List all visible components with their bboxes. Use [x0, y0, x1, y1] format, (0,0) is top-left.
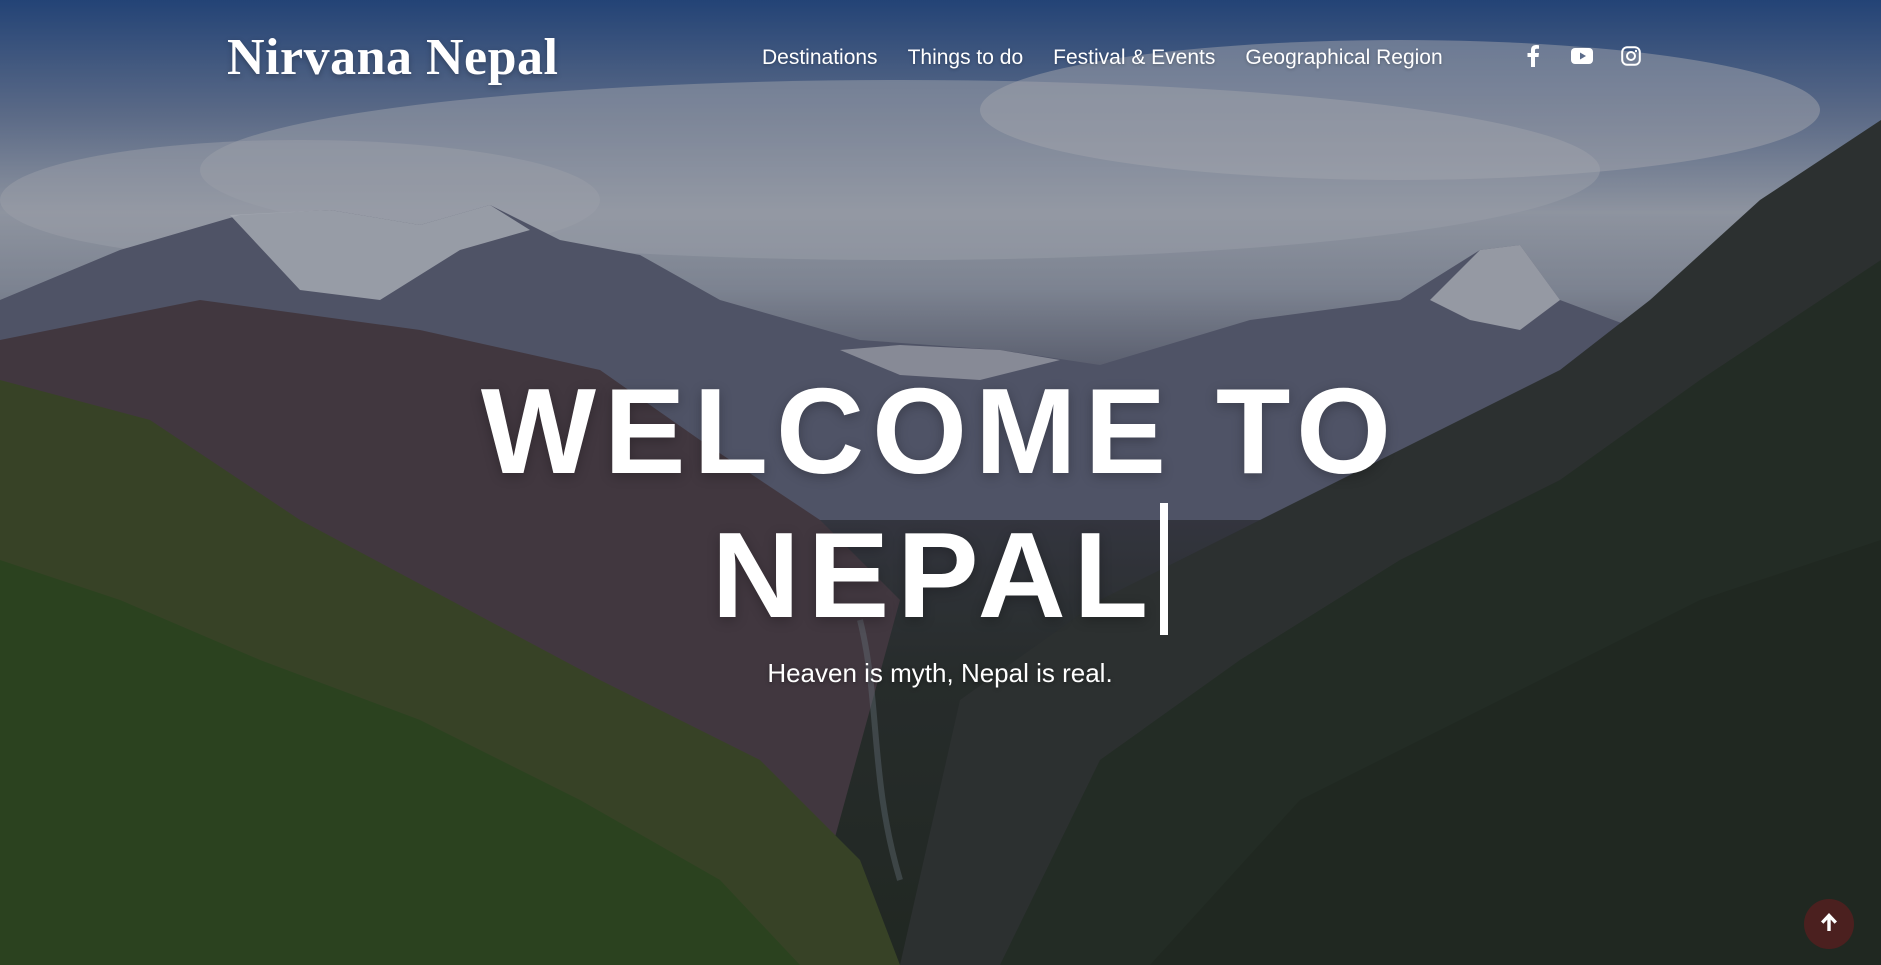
hero-tagline: Heaven is myth, Nepal is real. — [767, 658, 1113, 688]
headline-line-2: NEPAL — [440, 503, 1440, 647]
arrow-up-icon — [1820, 912, 1838, 937]
scroll-to-top-button[interactable] — [1804, 899, 1854, 949]
nav-item-festival-events[interactable]: Festival & Events — [1053, 46, 1215, 70]
headline-line-1: WELCOME TO — [480, 363, 1400, 499]
headline-line-2-text: NEPAL — [711, 507, 1157, 643]
typing-cursor — [1160, 503, 1169, 635]
brand-logo[interactable]: Nirvana Nepal — [227, 28, 559, 87]
nav-item-things-to-do[interactable]: Things to do — [908, 46, 1024, 70]
top-navigation: Nirvana Nepal Destinations Things to do … — [0, 0, 1881, 120]
hero-headline: WELCOME TO NEPAL — [440, 360, 1440, 647]
social-links — [1521, 44, 1643, 68]
facebook-icon[interactable] — [1521, 44, 1545, 68]
nav-item-geographical-region[interactable]: Geographical Region — [1245, 46, 1442, 70]
main-menu: Destinations Things to do Festival & Eve… — [762, 46, 1443, 70]
instagram-icon[interactable] — [1619, 44, 1643, 68]
nav-item-destinations[interactable]: Destinations — [762, 46, 878, 70]
youtube-icon[interactable] — [1570, 44, 1594, 68]
